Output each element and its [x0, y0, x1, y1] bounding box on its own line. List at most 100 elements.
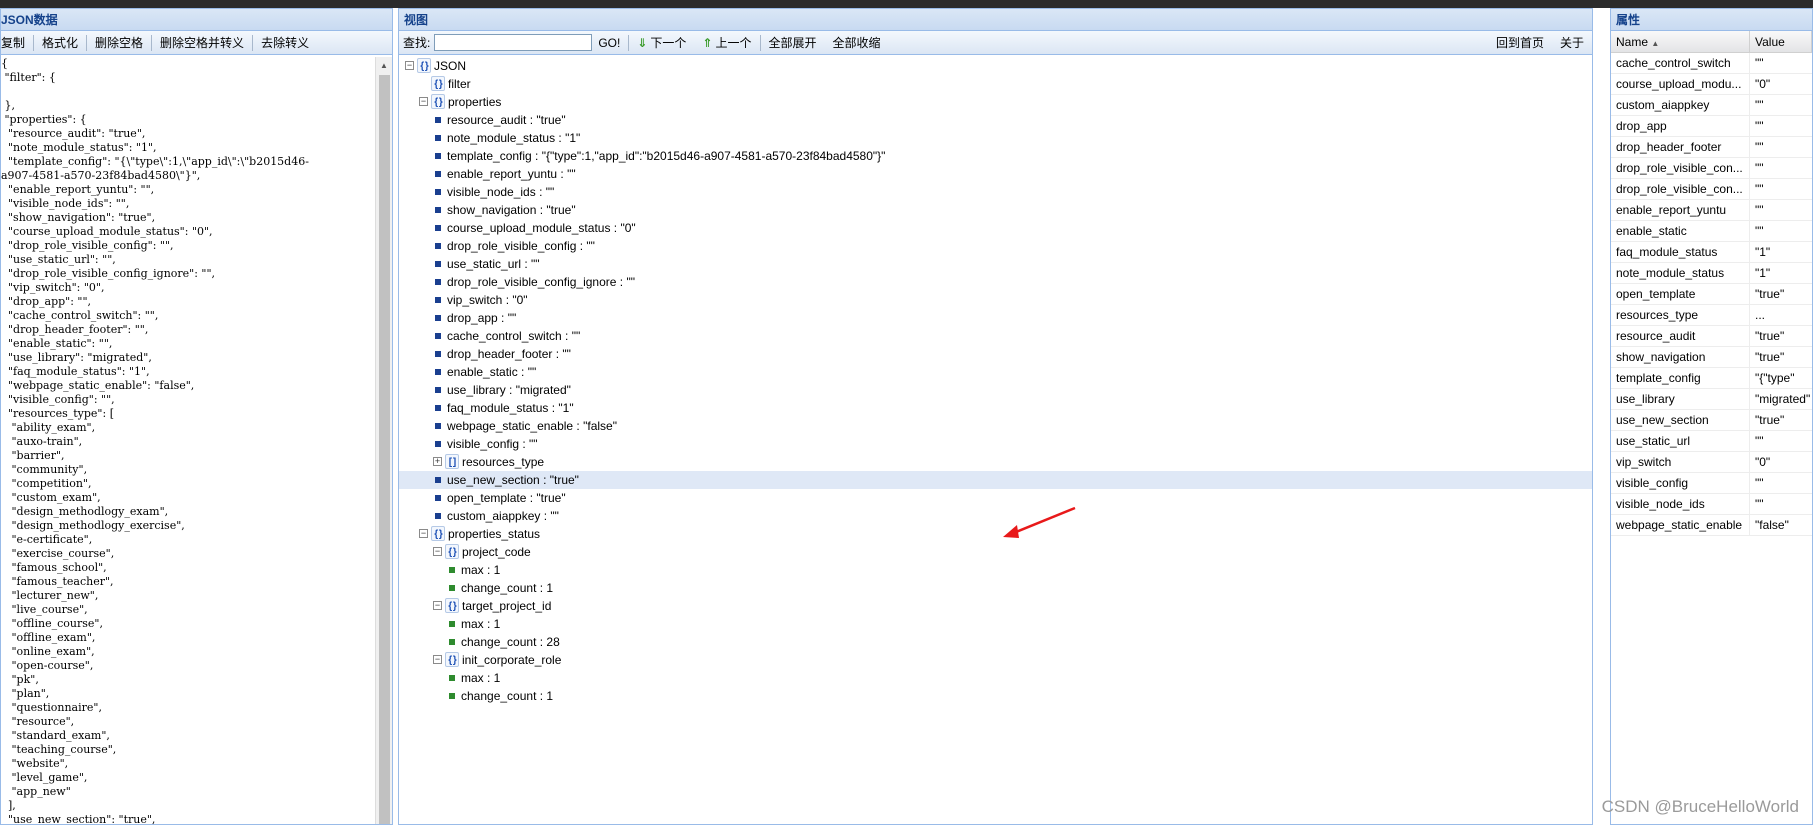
tree-node[interactable]: −{ } target_project_id — [399, 597, 1592, 615]
remove-spaces-escape-button[interactable]: 删除空格并转义 — [152, 31, 252, 55]
tree-node[interactable]: webpage_static_enable : "false" — [399, 417, 1592, 435]
property-row[interactable]: resource_audit "true" — [1611, 326, 1812, 347]
tree-node[interactable]: change_count : 1 — [399, 579, 1592, 597]
go-button[interactable]: GO! — [596, 31, 628, 55]
property-row[interactable]: template_config "{"type" — [1611, 368, 1812, 389]
value-node-icon — [435, 423, 441, 429]
tree-node[interactable]: visible_node_ids : "" — [399, 183, 1592, 201]
tree-node[interactable]: resource_audit : "true" — [399, 111, 1592, 129]
code-line: "auxo-train", — [1, 435, 83, 448]
property-row[interactable]: use_library "migrated" — [1611, 389, 1812, 410]
value-column-header[interactable]: Value — [1750, 31, 1812, 52]
remove-spaces-button[interactable]: 删除空格 — [87, 31, 151, 55]
property-row[interactable]: drop_app "" — [1611, 116, 1812, 137]
expand-all-button[interactable]: 全部展开 — [761, 31, 825, 55]
collapse-toggle-icon[interactable]: − — [433, 655, 442, 664]
property-name: drop_role_visible_con... — [1611, 158, 1750, 178]
property-row[interactable]: drop_header_footer "" — [1611, 137, 1812, 158]
tree-node[interactable]: template_config : "{"type":1,"app_id":"b… — [399, 147, 1592, 165]
property-row[interactable]: drop_role_visible_con... "" — [1611, 158, 1812, 179]
copy-button[interactable]: 复制 — [1, 31, 33, 55]
property-row[interactable]: open_template "true" — [1611, 284, 1812, 305]
about-button[interactable]: 关于 — [1552, 31, 1592, 55]
collapse-toggle-icon[interactable]: − — [433, 547, 442, 556]
collapse-all-button[interactable]: 全部收缩 — [825, 31, 889, 55]
scrollbar-thumb[interactable] — [379, 75, 390, 824]
json-data-panel-title: JSON数据 — [1, 9, 392, 31]
collapse-toggle-icon[interactable]: − — [419, 97, 428, 106]
property-row[interactable]: enable_static "" — [1611, 221, 1812, 242]
home-button[interactable]: 回到首页 — [1488, 31, 1552, 55]
tree-node[interactable]: drop_role_visible_config_ignore : "" — [399, 273, 1592, 291]
tree-node[interactable]: drop_role_visible_config : "" — [399, 237, 1592, 255]
collapse-toggle-icon[interactable]: − — [433, 601, 442, 610]
property-value: "" — [1755, 119, 1764, 133]
tree-node[interactable]: enable_report_yuntu : "" — [399, 165, 1592, 183]
tree-node[interactable]: −{ } init_corporate_role — [399, 651, 1592, 669]
property-row[interactable]: visible_node_ids "" — [1611, 494, 1812, 515]
property-row[interactable]: course_upload_modu... "0" — [1611, 74, 1812, 95]
property-row[interactable]: note_module_status "1" — [1611, 263, 1812, 284]
name-column-header[interactable]: Name ▲ — [1611, 31, 1750, 52]
tree-node[interactable]: drop_app : "" — [399, 309, 1592, 327]
value-node-icon — [435, 351, 441, 357]
tree-node[interactable]: show_navigation : "true" — [399, 201, 1592, 219]
property-row[interactable]: drop_role_visible_con... "" — [1611, 179, 1812, 200]
tree-node[interactable]: vip_switch : "0" — [399, 291, 1592, 309]
tree-node[interactable]: faq_module_status : "1" — [399, 399, 1592, 417]
next-button[interactable]: ⇓ 下一个 — [629, 31, 694, 55]
tree-node[interactable]: use_static_url : "" — [399, 255, 1592, 273]
scroll-up-arrow-icon[interactable]: ▲ — [376, 57, 392, 74]
tree-node[interactable]: drop_header_footer : "" — [399, 345, 1592, 363]
property-row[interactable]: vip_switch "0" — [1611, 452, 1812, 473]
property-row[interactable]: visible_config "" — [1611, 473, 1812, 494]
tree-node-label: show_navigation : "true" — [447, 203, 576, 217]
tree-node[interactable]: +[ ] resources_type — [399, 453, 1592, 471]
tree-node[interactable]: custom_aiappkey : "" — [399, 507, 1592, 525]
tree-node[interactable]: course_upload_module_status : "0" — [399, 219, 1592, 237]
code-line: }, — [1, 99, 15, 112]
tree-node[interactable]: change_count : 28 — [399, 633, 1592, 651]
tree-node[interactable]: max : 1 — [399, 561, 1592, 579]
collapse-toggle-icon[interactable]: − — [419, 529, 428, 538]
tree-node[interactable]: cache_control_switch : "" — [399, 327, 1592, 345]
unescape-button[interactable]: 去除转义 — [253, 31, 317, 55]
tree-node[interactable]: max : 1 — [399, 615, 1592, 633]
tree-node[interactable]: max : 1 — [399, 669, 1592, 687]
tree-node-label: change_count : 1 — [461, 689, 554, 703]
tree-node[interactable]: change_count : 1 — [399, 687, 1592, 705]
json-text-scrollbar[interactable]: ▲ — [375, 57, 392, 824]
prev-button[interactable]: ⇑ 上一个 — [694, 31, 759, 55]
code-line: "faq_module_status": "1", — [1, 365, 150, 378]
property-row[interactable]: show_navigation "true" — [1611, 347, 1812, 368]
format-button[interactable]: 格式化 — [34, 31, 86, 55]
find-input[interactable] — [434, 34, 593, 51]
property-value: "0" — [1755, 455, 1771, 469]
value-node-icon — [435, 405, 441, 411]
tree-node[interactable]: −{ } properties_status — [399, 525, 1592, 543]
tree-node[interactable]: note_module_status : "1" — [399, 129, 1592, 147]
tree-node[interactable]: −{ } properties — [399, 93, 1592, 111]
property-row[interactable]: resources_type... — [1611, 305, 1812, 326]
property-row[interactable]: faq_module_status "1" — [1611, 242, 1812, 263]
tree-node[interactable]: −{ } JSON — [399, 57, 1592, 75]
code-line: "questionnaire", — [1, 701, 102, 714]
expand-toggle-icon[interactable]: + — [433, 457, 442, 466]
tree-node[interactable]: enable_static : "" — [399, 363, 1592, 381]
tree-node[interactable]: use_new_section : "true" — [399, 471, 1592, 489]
property-row[interactable]: cache_control_switch "" — [1611, 53, 1812, 74]
tree-node[interactable]: open_template : "true" — [399, 489, 1592, 507]
value-node-icon — [435, 135, 441, 141]
tree-node[interactable]: −{ } project_code — [399, 543, 1592, 561]
property-row[interactable]: use_new_section "true" — [1611, 410, 1812, 431]
tree-node[interactable]: visible_config : "" — [399, 435, 1592, 453]
property-row[interactable]: custom_aiappkey "" — [1611, 95, 1812, 116]
value-node-icon — [449, 567, 455, 573]
property-row[interactable]: webpage_static_enable "false" — [1611, 515, 1812, 536]
tree-node[interactable]: use_library : "migrated" — [399, 381, 1592, 399]
tree-node[interactable]: { } filter — [399, 75, 1592, 93]
property-row[interactable]: enable_report_yuntu "" — [1611, 200, 1812, 221]
json-text-area[interactable]: { "filter": { }, "properties": { "resour… — [1, 57, 375, 824]
property-row[interactable]: use_static_url "" — [1611, 431, 1812, 452]
collapse-toggle-icon[interactable]: − — [405, 61, 414, 70]
